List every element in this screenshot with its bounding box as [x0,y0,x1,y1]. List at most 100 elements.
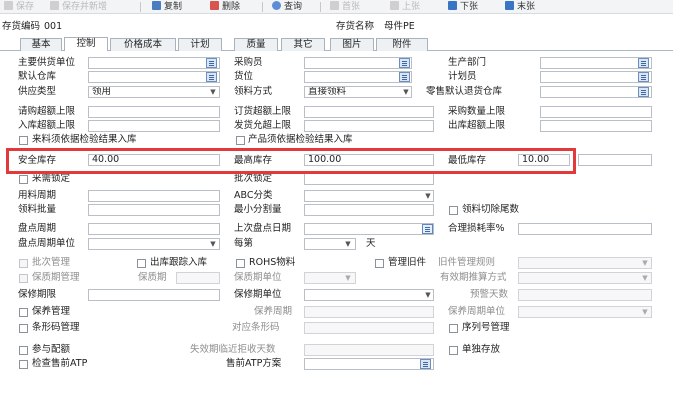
delete-button[interactable]: 删除 [210,1,240,13]
prod-dept-input[interactable] [540,57,652,69]
chevron-down-icon[interactable]: ▼ [344,273,352,283]
in-over-limit-input[interactable] [88,120,220,132]
maint-mgmt-checkbox[interactable] [19,308,28,317]
out-track-in-label: 出库跟踪入库 [150,257,208,268]
separate-store-checkbox[interactable] [449,346,458,355]
chevron-down-icon[interactable]: ▼ [402,87,410,97]
tab-control[interactable]: 控制 [64,37,108,51]
location-lookup-icon[interactable] [399,72,410,82]
chevron-down-icon[interactable]: ▼ [344,239,352,249]
supply-type-select[interactable]: 领用 [88,86,220,98]
out-over-limit-input[interactable] [540,120,652,132]
lock-a-checkbox[interactable] [19,175,28,184]
in-qc-check-checkbox[interactable] [19,136,28,145]
shelf-period-input[interactable] [176,272,220,284]
default-wh-input[interactable] [88,71,220,83]
loss-rate-input[interactable] [518,223,652,235]
atp-plan-lookup-icon[interactable] [420,359,431,369]
planner-input[interactable] [540,71,652,83]
shelf-period-label: 保质期 [138,272,167,283]
product-qc-check-checkbox[interactable] [236,136,245,145]
barcode-map-input[interactable] [304,322,434,334]
buyer-input[interactable] [304,57,412,69]
next-button[interactable]: 下张 [448,1,478,13]
expire-reject-days-input[interactable] [304,344,434,356]
chevron-down-icon[interactable]: ▼ [209,87,217,97]
expire-reject-days-label: 失效期临近拒收天数 [190,344,276,355]
chevron-down-icon[interactable]: ▼ [424,191,432,201]
last-count-date-input[interactable] [304,223,434,235]
atp-plan-input[interactable] [304,358,434,370]
min-stock-extra-input[interactable] [578,154,652,166]
chevron-down-icon[interactable]: ▼ [641,307,649,317]
planner-lookup-icon[interactable] [638,72,649,82]
maint-period-input[interactable] [304,306,434,318]
prev-button[interactable]: 上张 [390,1,420,13]
count-cycle-label: 盘点周期 [18,223,57,234]
usage-period-input[interactable] [88,190,220,202]
tab-images[interactable]: 图片 [330,38,374,51]
out-track-in-checkbox[interactable] [137,259,146,268]
buyer-lookup-icon[interactable] [399,58,410,68]
count-cycle-unit-select[interactable] [88,238,220,250]
old-rule-label: 旧件管理规则 [438,257,496,268]
warranty-limit-input[interactable] [88,289,220,301]
maint-period-unit-label: 保养周期单位 [448,306,506,317]
tab-price-cost[interactable]: 价格成本 [110,38,176,51]
order-over-limit-input[interactable] [304,106,434,118]
default-wh-lookup-icon[interactable] [206,72,217,82]
last-button[interactable]: 末张 [505,1,535,13]
min-split-input[interactable] [304,204,434,216]
query-button[interactable]: 查询 [272,1,302,13]
chevron-down-icon[interactable]: ▼ [424,290,432,300]
warning-days-input[interactable] [518,289,652,301]
location-input[interactable] [304,71,412,83]
purchase-qty-limit-input[interactable] [540,106,652,118]
save-new-button[interactable]: 保存并新增 [50,1,107,13]
pick-batch-input[interactable] [88,204,220,216]
tab-plan[interactable]: 计划 [178,38,222,51]
prod-dept-lookup-icon[interactable] [638,58,649,68]
delete-icon [210,1,219,10]
tab-basic[interactable]: 基本 [20,38,62,51]
maint-period-unit-select[interactable] [518,306,652,318]
count-cycle-input[interactable] [88,223,220,235]
lock-b-input[interactable] [304,173,434,185]
copy-button[interactable]: 复制 [152,1,182,13]
main-supplier-input[interactable] [88,57,220,69]
pick-method-select[interactable]: 直接领料 [304,86,412,98]
check-atp-checkbox[interactable] [19,360,28,369]
old-mgmt-checkbox[interactable] [375,259,384,268]
join-config-checkbox[interactable] [19,346,28,355]
shelf-mgmt-checkbox[interactable] [19,274,28,283]
serial-mgmt-checkbox[interactable] [449,324,458,333]
ship-allow-limit-input[interactable] [304,120,434,132]
req-over-limit-input[interactable] [88,106,220,118]
abc-class-select[interactable] [304,190,434,202]
last-icon [505,1,514,10]
main-supplier-lookup-icon[interactable] [206,58,217,68]
chevron-down-icon[interactable]: ▼ [641,273,649,283]
retail-return-wh-lookup-icon[interactable] [638,87,649,97]
calendar-icon[interactable] [422,224,433,234]
pick-batch-label: 领料批量 [18,204,57,215]
pick-cut-tail-checkbox[interactable] [449,206,458,215]
chevron-down-icon[interactable]: ▼ [209,239,217,249]
chevron-down-icon[interactable]: ▼ [641,258,649,268]
tab-quality[interactable]: 质量 [234,38,278,51]
tab-attachments[interactable]: 附件 [376,38,428,51]
tab-other[interactable]: 其它 [281,38,325,51]
retail-return-wh-input[interactable] [540,86,652,98]
rohs-checkbox[interactable] [236,259,245,268]
barcode-mgmt-checkbox[interactable] [19,324,28,333]
batch-mgmt-checkbox[interactable] [19,259,28,268]
save-button[interactable]: 保存 [4,1,34,13]
valid-period-method-select[interactable] [518,272,652,284]
old-rule-select[interactable] [518,257,652,269]
warranty-unit-select[interactable] [304,289,434,301]
code-label: 存货编码 [2,21,41,32]
rohs-label: ROHS物料 [249,257,296,268]
barcode-map-label: 对应条形码 [232,322,280,333]
first-button[interactable]: 首张 [330,1,360,13]
min-split-label: 最小分割量 [234,204,282,215]
